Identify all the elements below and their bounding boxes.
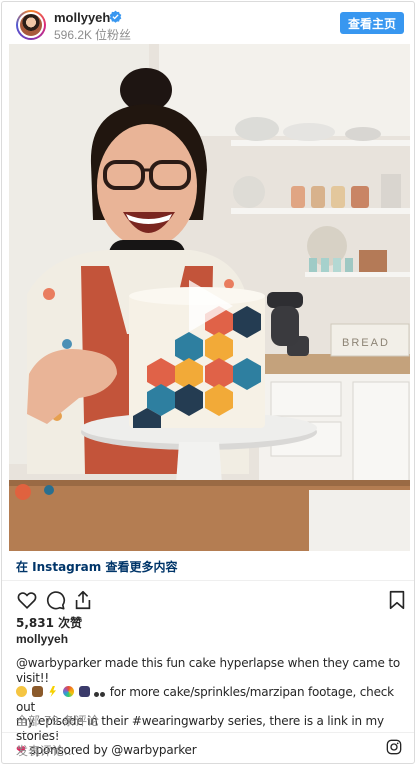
action-bar bbox=[16, 589, 405, 611]
view-all-comments-link[interactable]: 全部 79 条评论 bbox=[16, 712, 99, 729]
glasses-emoji-icon bbox=[78, 686, 90, 697]
cake-emoji-icon bbox=[31, 686, 43, 697]
comment-icon[interactable] bbox=[44, 589, 66, 611]
eyes-emoji-icon bbox=[94, 692, 100, 697]
smiley-emoji-icon bbox=[16, 686, 27, 697]
rainbow-emoji-icon bbox=[62, 686, 74, 697]
view-profile-button[interactable]: 查看主页 bbox=[340, 12, 404, 34]
view-on-instagram-link[interactable]: 在 Instagram 查看更多内容 bbox=[16, 558, 177, 575]
comment-input[interactable]: 发表评论... bbox=[16, 742, 75, 759]
caption-line: for more cake/sprinkles/marzipan footage… bbox=[16, 685, 394, 714]
bookmark-icon[interactable] bbox=[386, 589, 408, 611]
post-owner-username[interactable]: mollyyeh bbox=[16, 632, 68, 646]
share-icon[interactable] bbox=[72, 589, 94, 611]
bread-box-label: BREAD bbox=[342, 337, 390, 349]
heart-icon[interactable] bbox=[16, 589, 38, 611]
instagram-embed-card: mollyyeh 596.2K 位粉丝 查看主页 BREAD 在 Instagr… bbox=[1, 1, 415, 764]
divider bbox=[2, 580, 414, 581]
followers-count: 596.2K 位粉丝 bbox=[54, 28, 132, 42]
avatar[interactable] bbox=[16, 10, 46, 40]
lightning-emoji-icon bbox=[49, 686, 57, 697]
caption-line: @warbyparker made this fun cake hyperlap… bbox=[16, 656, 400, 685]
likes-count: 5,831 次赞 bbox=[16, 616, 83, 630]
post-header: mollyyeh 596.2K 位粉丝 查看主页 bbox=[2, 2, 414, 44]
divider bbox=[2, 732, 414, 733]
play-icon[interactable] bbox=[189, 280, 233, 332]
username[interactable]: mollyyeh bbox=[54, 10, 110, 25]
verified-badge-icon bbox=[109, 10, 122, 23]
post-video[interactable]: BREAD bbox=[9, 44, 410, 551]
eyes-emoji-icon bbox=[100, 692, 106, 697]
instagram-logo-icon[interactable] bbox=[386, 739, 402, 755]
